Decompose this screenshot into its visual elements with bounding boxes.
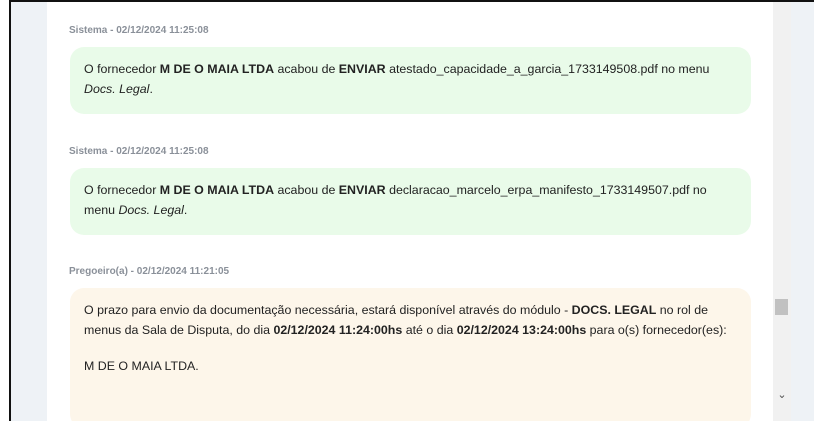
message-text: até o dia [402,323,457,337]
message-text: atestado_capacidade_a_garcia_1733149508.… [385,62,710,76]
right-side-panel [791,2,814,421]
end-datetime: 02/12/2024 13:24:00hs [456,323,587,337]
chat-messages-panel: Sistema - 02/12/2024 11:25:08 O forneced… [47,2,773,421]
message-text: para o(s) fornecedor(es): [586,323,727,337]
message-text: . [183,203,188,217]
start-datetime: 02/12/2024 11:24:00hs [273,323,403,337]
menu-name: Docs. Legal [84,82,150,96]
action-label: ENVIAR [338,62,386,76]
message-header: Pregoeiro(a) - 02/12/2024 11:21:05 [69,266,230,277]
system-message-bubble: O fornecedor M DE O MAIA LTDA acabou de … [70,47,751,114]
scrollbar-thumb[interactable] [775,299,788,315]
message-text: O fornecedor [84,183,160,197]
chat-scrollbar[interactable]: ⌄ [773,2,791,421]
menu-name: Docs. Legal [118,203,184,217]
message-text: O prazo para envio da documentação neces… [84,303,572,317]
message-header: Sistema - 02/12/2024 11:25:08 [69,25,209,36]
suppliers-list: M DE O MAIA LTDA. [84,359,199,373]
module-name: DOCS. LEGAL [571,303,657,317]
system-message-bubble: O fornecedor M DE O MAIA LTDA acabou de … [70,168,751,235]
supplier-name: M DE O MAIA LTDA [159,183,275,197]
pregoeiro-message-bubble: O prazo para envio da documentação neces… [70,288,751,421]
message-text: O fornecedor [84,62,160,76]
message-text: acabou de [274,62,339,76]
screenshot-frame: Sistema - 02/12/2024 11:25:08 O forneced… [0,0,814,421]
message-header: Sistema - 02/12/2024 11:25:08 [69,146,209,157]
action-label: ENVIAR [338,183,386,197]
left-side-panel [11,2,47,421]
message-text: acabou de [274,183,339,197]
chevron-down-icon[interactable]: ⌄ [776,389,788,401]
message-text: . [149,82,153,96]
supplier-name: M DE O MAIA LTDA [159,62,275,76]
